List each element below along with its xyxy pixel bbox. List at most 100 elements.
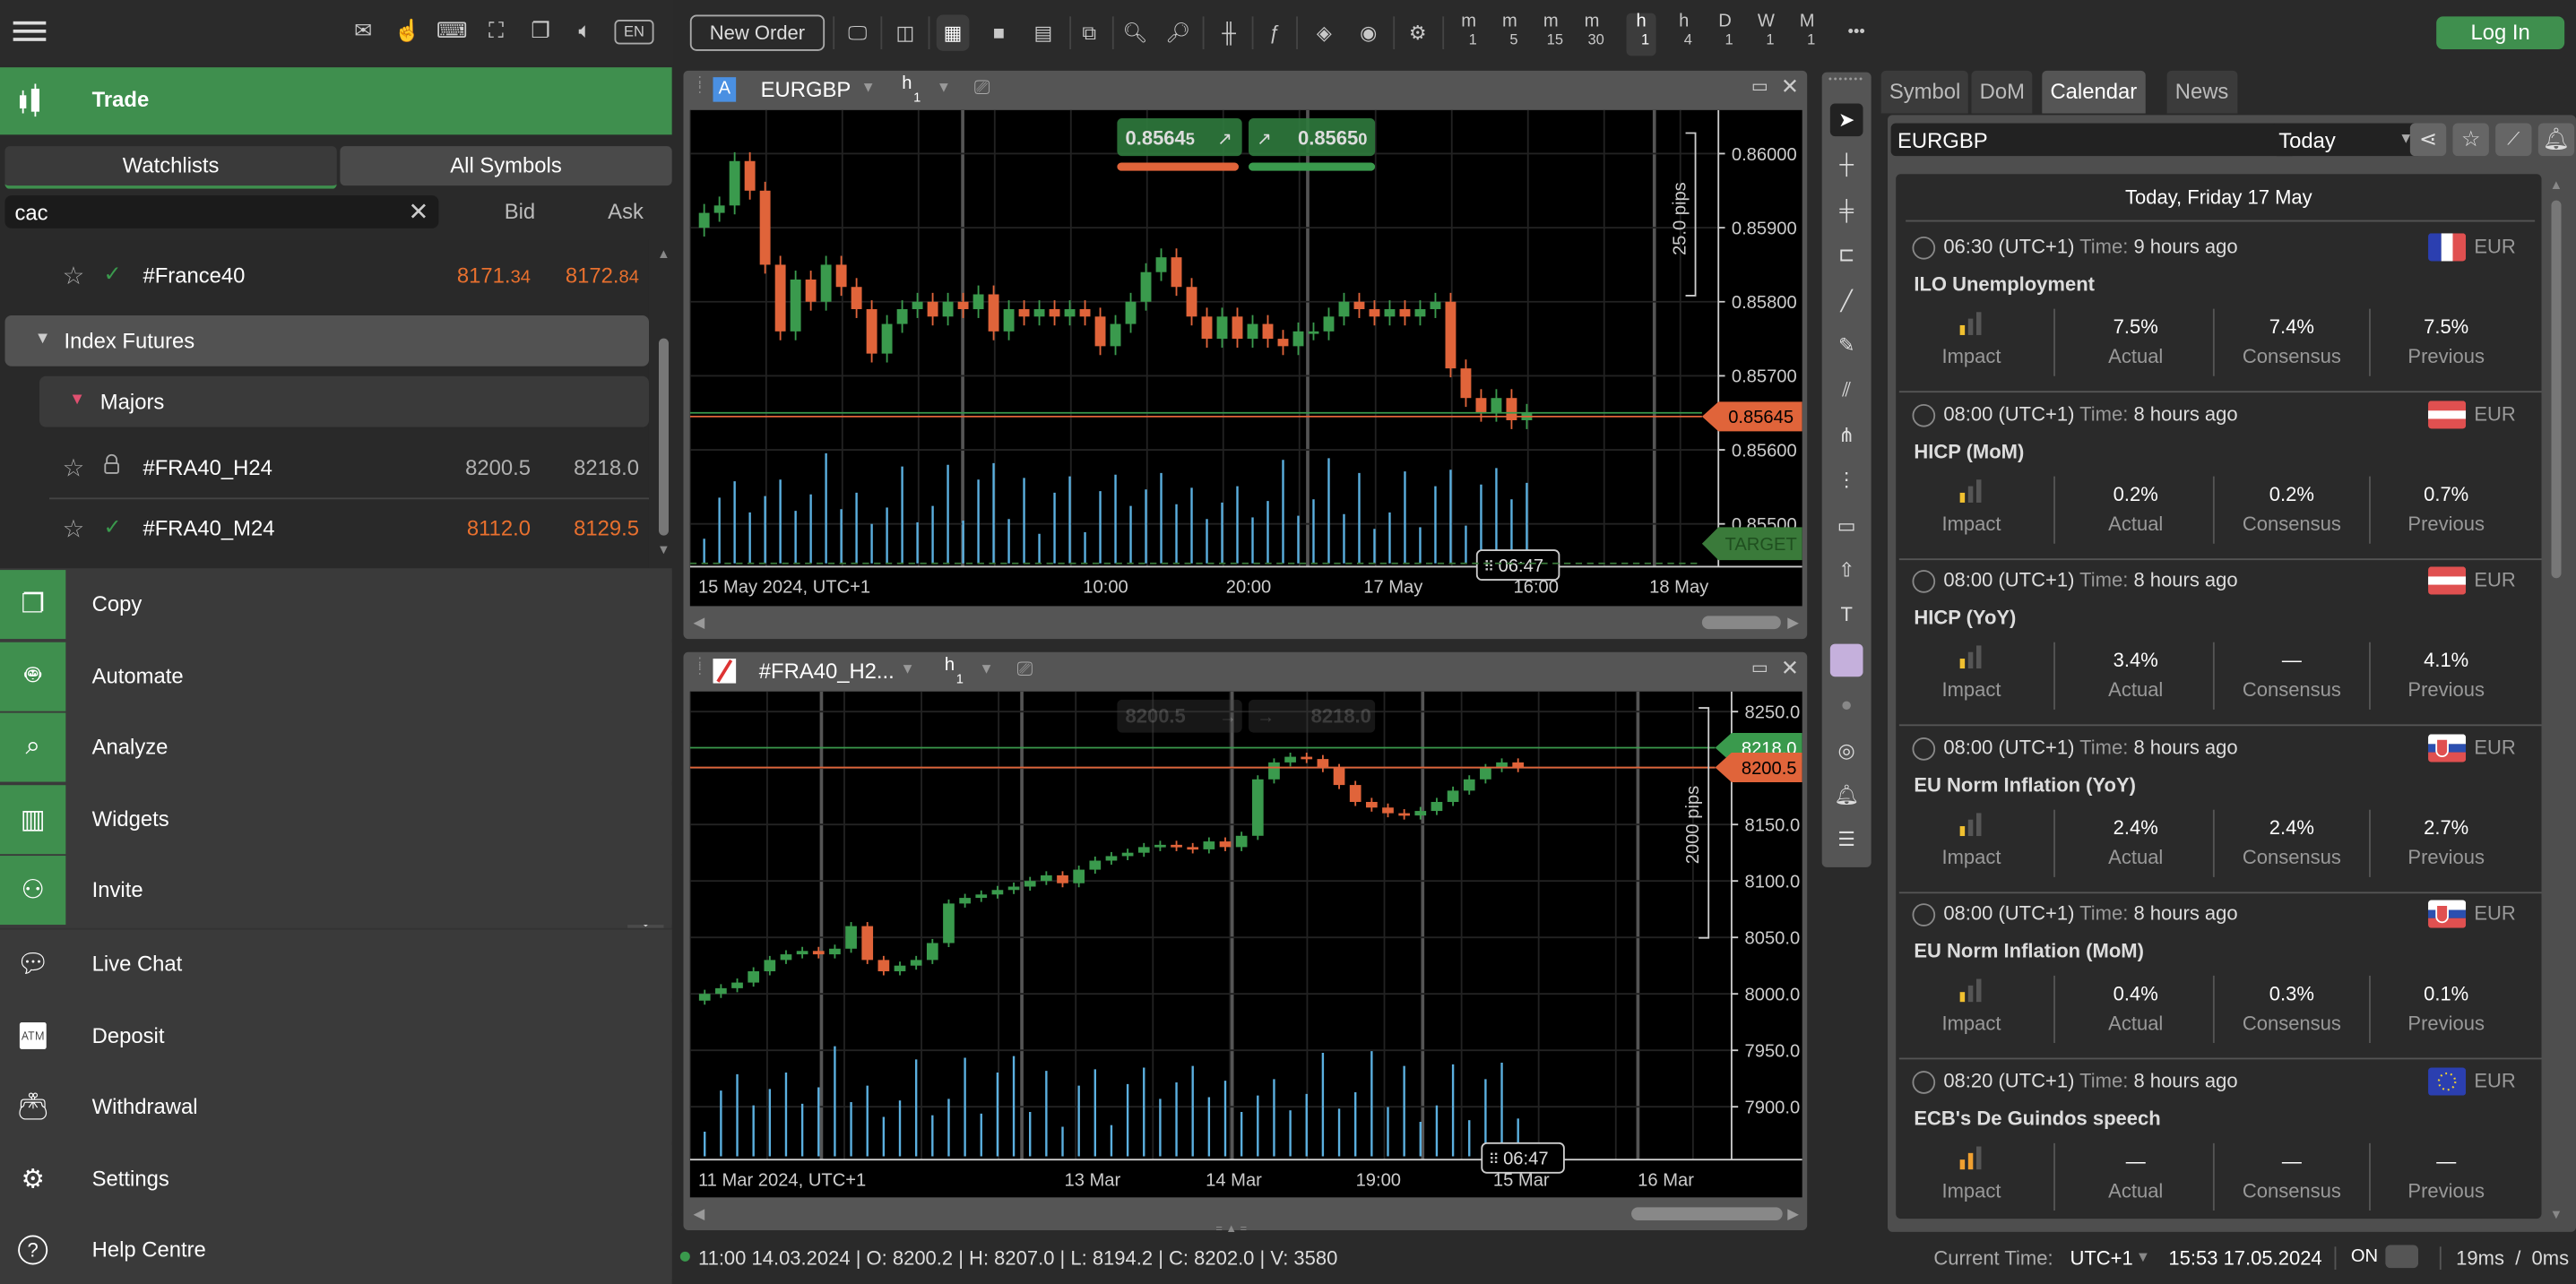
symbol-select[interactable]: EURGBP ▼ xyxy=(1890,123,2297,157)
close-icon[interactable]: ✕ xyxy=(1781,73,1799,99)
menu-item-analyze[interactable]: ⌕ Analyze xyxy=(0,712,672,782)
tab-watchlists[interactable]: Watchlists xyxy=(4,146,337,189)
scroll-thumb[interactable] xyxy=(1631,1207,1783,1220)
new-order-button[interactable]: New Order xyxy=(689,14,826,51)
calendar-event[interactable]: 08:20 (UTC+1) Time: 8 hours ago EUR ECB'… xyxy=(1896,1060,2541,1219)
timeframe-D1[interactable]: D1 xyxy=(1710,13,1740,56)
tab-news[interactable]: News xyxy=(2166,70,2237,114)
measure-icon[interactable]: ⊏ xyxy=(1830,238,1863,271)
timeframe-m5[interactable]: m5 xyxy=(1495,13,1525,56)
zoom-in-icon[interactable]: 🔎︎ xyxy=(1162,14,1195,50)
camera-icon[interactable]: ◎ xyxy=(1830,734,1863,767)
color-swatch-icon[interactable] xyxy=(1829,643,1863,676)
scroll-up-icon[interactable]: ▲ xyxy=(2550,177,2563,192)
list-item[interactable]: ☆ ✓ #FRA40_M24 8112.0 8129.5 xyxy=(0,497,649,556)
rectangle-icon[interactable]: ▭ xyxy=(1830,509,1863,542)
menu-item-invite[interactable]: ⚇ Invite xyxy=(0,856,672,926)
ask-column-header[interactable]: Ask xyxy=(608,199,644,223)
scroll-right-icon[interactable]: ▶ xyxy=(1787,615,1799,633)
zoom-out-icon[interactable]: 🔍︎ xyxy=(1119,14,1152,50)
login-button[interactable]: Log In xyxy=(2436,16,2565,49)
star-icon[interactable]: ☆ xyxy=(63,514,85,544)
scroll-up-icon[interactable]: ▲ xyxy=(657,246,670,261)
chart-monitor-icon[interactable]: 🖵︎ xyxy=(841,14,874,50)
menu-item-deposit[interactable]: 🏧︎ Deposit xyxy=(0,1001,672,1071)
list-item[interactable]: ☆ ✓ #France40 8171.34 8172.84 xyxy=(0,245,649,304)
drag-handle-icon[interactable]: ••••••• xyxy=(1828,75,1864,85)
menu-item-widgets[interactable]: ▥ Widgets xyxy=(0,784,672,854)
trendline-icon[interactable]: ╱ xyxy=(1830,283,1863,316)
scroll-down-icon[interactable]: ▼ xyxy=(2550,1207,2563,1221)
trade-section-header[interactable]: Trade xyxy=(0,67,672,135)
tab-calendar[interactable]: Calendar xyxy=(2042,70,2146,114)
chart-plot[interactable]: 0.860000.859000.858000.857000.856000.855… xyxy=(689,109,1802,607)
tab-symbol[interactable]: Symbol xyxy=(1880,70,1969,114)
scroll-thumb[interactable] xyxy=(658,338,669,536)
calendar-event[interactable]: 08:00 (UTC+1) Time: 8 hours ago EUR HICP… xyxy=(1896,560,2542,727)
calendar-scroll-thumb[interactable] xyxy=(2551,200,2562,579)
list-item[interactable]: ☆ #FRA40_H24 8200.5 8218.0 xyxy=(0,437,649,496)
clear-search-icon[interactable]: ✕ xyxy=(408,197,428,227)
text-icon[interactable]: T xyxy=(1830,599,1863,632)
timeframe-dropdown-icon[interactable]: ▼ xyxy=(937,79,951,95)
language-button[interactable]: EN xyxy=(614,19,654,45)
symbol-dropdown-icon[interactable]: ▼ xyxy=(860,79,875,95)
maximize-icon[interactable]: ▭ xyxy=(1751,75,1768,97)
menu-item-copy[interactable]: ❐ Copy xyxy=(0,570,672,640)
alert-bell-icon[interactable]: 🔔︎ xyxy=(1830,779,1863,812)
menu-item-help-centre[interactable]: ? Help Centre xyxy=(0,1215,672,1284)
timeframe-M1[interactable]: M1 xyxy=(1793,13,1822,56)
timeframe-W1[interactable]: W1 xyxy=(1751,13,1781,56)
crosshair-icon[interactable]: ┼ xyxy=(1830,149,1863,182)
search-input[interactable] xyxy=(11,198,396,227)
menu-item-live-chat[interactable]: 💬︎ Live Chat xyxy=(0,929,672,999)
crosshair-plus-icon[interactable]: ╪ xyxy=(1830,194,1863,227)
add-chart-icon[interactable]: ⧉ xyxy=(1073,14,1106,50)
timeframe-h1[interactable]: h1 xyxy=(1626,13,1656,56)
maximize-icon[interactable]: ▭ xyxy=(1751,657,1768,678)
windows-icon[interactable]: ❐ xyxy=(524,16,558,46)
scroll-down-icon[interactable]: ▼ xyxy=(657,542,670,556)
hamburger-menu-icon[interactable] xyxy=(13,16,47,46)
chart-symbol[interactable]: #FRA40_H2... xyxy=(759,659,895,683)
timeframe-h4[interactable]: h4 xyxy=(1669,13,1699,56)
group-index-futures[interactable]: ▼ Index Futures xyxy=(4,315,649,366)
subgroup-majors[interactable]: ▼ Majors xyxy=(39,375,649,427)
sound-icon[interactable]: 🔈︎ xyxy=(568,16,601,46)
arrow-up-icon[interactable]: ⇧ xyxy=(1830,554,1863,587)
layout-icon[interactable]: ◫ xyxy=(889,14,922,50)
layers-icon[interactable]: ◈ xyxy=(1308,14,1341,50)
favorite-star-icon[interactable]: ☆ xyxy=(2452,123,2489,157)
scroll-left-icon[interactable]: ◀ xyxy=(693,615,705,633)
list-scrollbar[interactable]: ▲ ▼ xyxy=(657,246,671,562)
scroll-thumb[interactable] xyxy=(1701,616,1781,630)
timeframe-m15[interactable]: m 15 xyxy=(1536,13,1566,56)
menu-item-settings[interactable]: ⚙ Settings xyxy=(0,1143,672,1213)
timeframe-m1[interactable]: m1 xyxy=(1454,13,1483,56)
chart-symbol[interactable]: EURGBP xyxy=(761,77,851,101)
fibonacci-icon[interactable]: ⋮ xyxy=(1830,463,1863,496)
mail-icon[interactable]: ✉ xyxy=(347,16,380,46)
pencil-icon[interactable]: ✎ xyxy=(1830,329,1863,362)
star-icon[interactable]: ☆ xyxy=(63,261,85,290)
horizontal-scrollbar[interactable]: ◀ ▶ xyxy=(683,609,1807,635)
chevron-down-icon[interactable]: ▼ xyxy=(2136,1248,2150,1264)
broadcast-icon[interactable]: ⎚ xyxy=(1017,657,1033,681)
bell-icon[interactable]: 🔔︎ xyxy=(2537,123,2575,157)
timeframe-unit[interactable]: h xyxy=(902,73,912,93)
tab-dom[interactable]: DoM xyxy=(1971,70,2034,114)
grid-layout-icon[interactable]: ▦ xyxy=(936,14,970,51)
menu-item-withdrawal[interactable]: 👛︎ Withdrawal xyxy=(0,1073,672,1142)
calendar-event[interactable]: 08:00 (UTC+1) Time: 8 hours ago EUR EU N… xyxy=(1896,893,2542,1060)
panel-resize-handle-icon[interactable]: = ▲ = xyxy=(1215,1224,1247,1236)
bid-column-header[interactable]: Bid xyxy=(505,199,535,223)
drag-handle-icon[interactable]: ⋮ ⋮ xyxy=(693,656,706,676)
scroll-right-icon[interactable]: ▶ xyxy=(1787,1205,1799,1223)
menu-item-automate[interactable]: 🤖︎ Automate xyxy=(0,641,672,711)
single-layout-icon[interactable]: ■ xyxy=(982,14,1016,50)
toggle-switch[interactable] xyxy=(2385,1245,2419,1269)
calendar-event[interactable]: 08:00 (UTC+1) Time: 8 hours ago EUR HICP… xyxy=(1896,393,2542,560)
templates-icon[interactable]: ☰ xyxy=(1830,823,1863,857)
eye-icon[interactable]: ◉ xyxy=(1352,14,1385,50)
symbol-dropdown-icon[interactable]: ▼ xyxy=(900,660,914,676)
